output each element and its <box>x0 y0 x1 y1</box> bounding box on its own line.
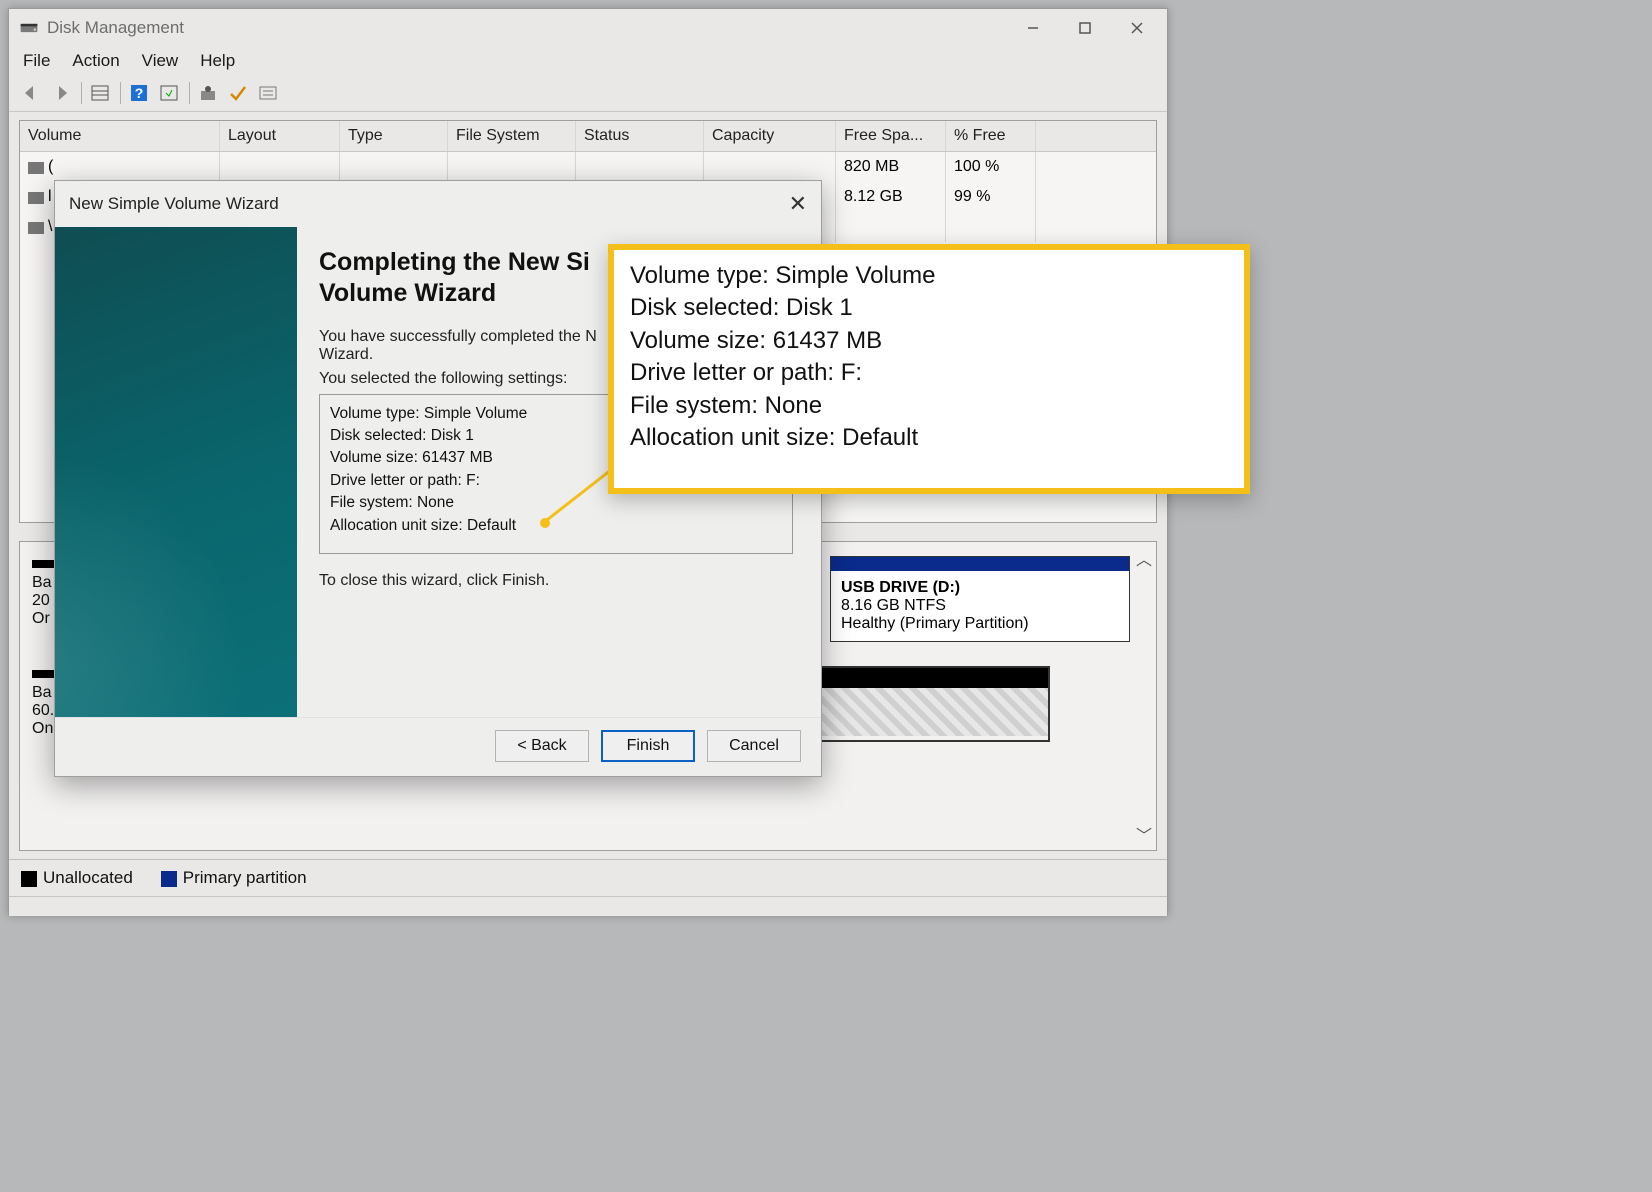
col-filesystem[interactable]: File System <box>448 121 576 151</box>
help-icon[interactable]: ? <box>125 79 153 107</box>
wizard-title: New Simple Volume Wizard <box>69 194 279 214</box>
wizard-hero-image <box>55 227 297 717</box>
callout-line: Volume size: 61437 MB <box>630 325 1228 357</box>
check-icon[interactable] <box>224 79 252 107</box>
finish-button[interactable]: Finish <box>601 730 695 762</box>
legend-swatch-primary <box>161 871 177 887</box>
table-view-icon[interactable] <box>86 79 114 107</box>
toolbar: ? <box>9 79 1167 112</box>
cell-free: 8.12 GB <box>836 182 946 212</box>
scroll-up-icon[interactable]: ︿ <box>1136 546 1152 570</box>
setting-line: Allocation unit size: Default <box>330 515 782 537</box>
cell-pct: 100 % <box>946 152 1036 182</box>
maximize-button[interactable] <box>1059 11 1111 45</box>
wizard-close-hint: To close this wizard, click Finish. <box>319 572 793 590</box>
scroll-down-icon[interactable]: ﹀ <box>1136 822 1152 846</box>
legend-swatch-unallocated <box>21 871 37 887</box>
legend-primary: Primary partition <box>183 868 307 887</box>
partition-status: Healthy (Primary Partition) <box>841 615 1029 632</box>
table-row[interactable]: ( 820 MB 100 % <box>20 152 1156 182</box>
cancel-button[interactable]: Cancel <box>707 730 801 762</box>
legend: Unallocated Primary partition <box>9 859 1167 896</box>
close-button[interactable] <box>1111 11 1163 45</box>
wizard-close-button[interactable]: ✕ <box>789 191 807 217</box>
col-capacity[interactable]: Capacity <box>704 121 836 151</box>
callout-line: Disk selected: Disk 1 <box>630 292 1228 324</box>
app-icon <box>19 18 39 38</box>
minimize-button[interactable] <box>1007 11 1059 45</box>
partition-size: 8.16 GB NTFS <box>841 597 946 614</box>
col-status[interactable]: Status <box>576 121 704 151</box>
cell-pct: 99 % <box>946 182 1036 212</box>
annotation-callout: Volume type: Simple Volume Disk selected… <box>608 244 1250 494</box>
settings-icon[interactable] <box>254 79 282 107</box>
partition-block[interactable]: USB DRIVE (D:) 8.16 GB NTFS Healthy (Pri… <box>830 556 1130 642</box>
back-icon[interactable] <box>17 79 45 107</box>
properties-icon[interactable] <box>194 79 222 107</box>
window-title: Disk Management <box>47 18 1007 38</box>
forward-icon[interactable] <box>47 79 75 107</box>
titlebar[interactable]: Disk Management <box>9 9 1167 47</box>
menubar: File Action View Help <box>9 47 1167 79</box>
col-type[interactable]: Type <box>340 121 448 151</box>
callout-line: File system: None <box>630 390 1228 422</box>
menu-action[interactable]: Action <box>72 51 119 71</box>
legend-unallocated: Unallocated <box>43 868 133 887</box>
partition-name: USB DRIVE (D:) <box>841 579 960 596</box>
callout-line: Drive letter or path: F: <box>630 357 1228 389</box>
back-button[interactable]: < Back <box>495 730 589 762</box>
menu-file[interactable]: File <box>23 51 50 71</box>
menu-help[interactable]: Help <box>200 51 235 71</box>
cell-free: 820 MB <box>836 152 946 182</box>
callout-line: Allocation unit size: Default <box>630 422 1228 454</box>
col-volume[interactable]: Volume <box>20 121 220 151</box>
table-header: Volume Layout Type File System Status Ca… <box>20 121 1156 152</box>
col-layout[interactable]: Layout <box>220 121 340 151</box>
callout-line: Volume type: Simple Volume <box>630 260 1228 292</box>
svg-text:?: ? <box>135 85 144 101</box>
menu-view[interactable]: View <box>142 51 179 71</box>
col-freespace[interactable]: Free Spa... <box>836 121 946 151</box>
statusbar <box>9 896 1167 916</box>
col-pctfree[interactable]: % Free <box>946 121 1036 151</box>
refresh-icon[interactable] <box>155 79 183 107</box>
